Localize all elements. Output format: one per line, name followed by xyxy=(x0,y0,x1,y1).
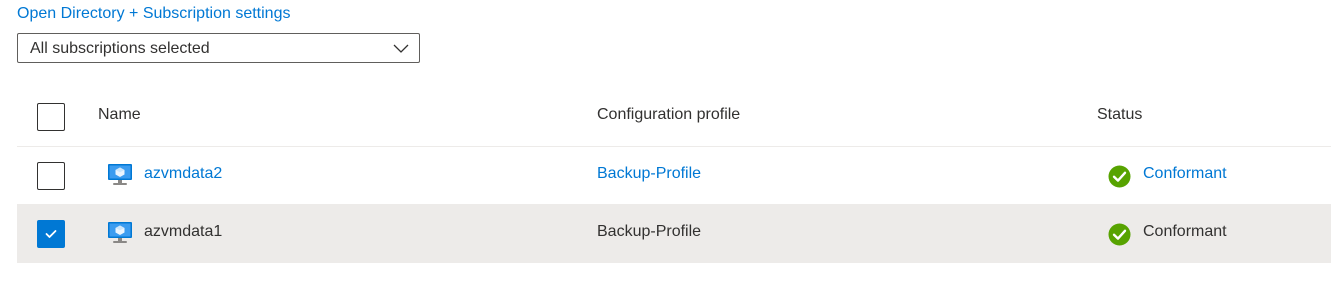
vm-name-link[interactable]: azvmdata1 xyxy=(144,223,222,241)
vm-table: Name Configuration profile Status azvmda… xyxy=(17,86,1331,263)
row-checkbox[interactable] xyxy=(37,162,65,190)
check-circle-icon xyxy=(1108,165,1131,188)
subscription-filter-dropdown[interactable]: All subscriptions selected xyxy=(17,33,420,63)
chevron-down-icon xyxy=(393,44,409,53)
check-circle-icon xyxy=(1108,223,1131,246)
configuration-profile-link[interactable]: Backup-Profile xyxy=(597,165,701,183)
status-link[interactable]: Conformant xyxy=(1143,165,1227,183)
table-row[interactable]: azvmdata1 Backup-Profile Conformant xyxy=(17,205,1331,263)
virtual-machine-icon xyxy=(108,222,132,243)
table-header-row: Name Configuration profile Status xyxy=(17,86,1331,147)
virtual-machine-icon xyxy=(108,164,132,185)
configuration-profile-link[interactable]: Backup-Profile xyxy=(597,223,701,241)
select-all-checkbox[interactable] xyxy=(37,103,65,131)
vm-name-link[interactable]: azvmdata2 xyxy=(144,165,222,183)
open-directory-subscription-settings-link[interactable]: Open Directory + Subscription settings xyxy=(17,5,290,23)
column-header-configuration-profile[interactable]: Configuration profile xyxy=(597,106,740,124)
column-header-name[interactable]: Name xyxy=(98,106,141,124)
checkmark-icon xyxy=(45,230,57,238)
table-row[interactable]: azvmdata2 Backup-Profile Conformant xyxy=(17,147,1331,205)
row-checkbox[interactable] xyxy=(37,220,65,248)
column-header-status[interactable]: Status xyxy=(1097,106,1142,124)
status-link[interactable]: Conformant xyxy=(1143,223,1227,241)
subscription-filter-value: All subscriptions selected xyxy=(30,40,210,57)
